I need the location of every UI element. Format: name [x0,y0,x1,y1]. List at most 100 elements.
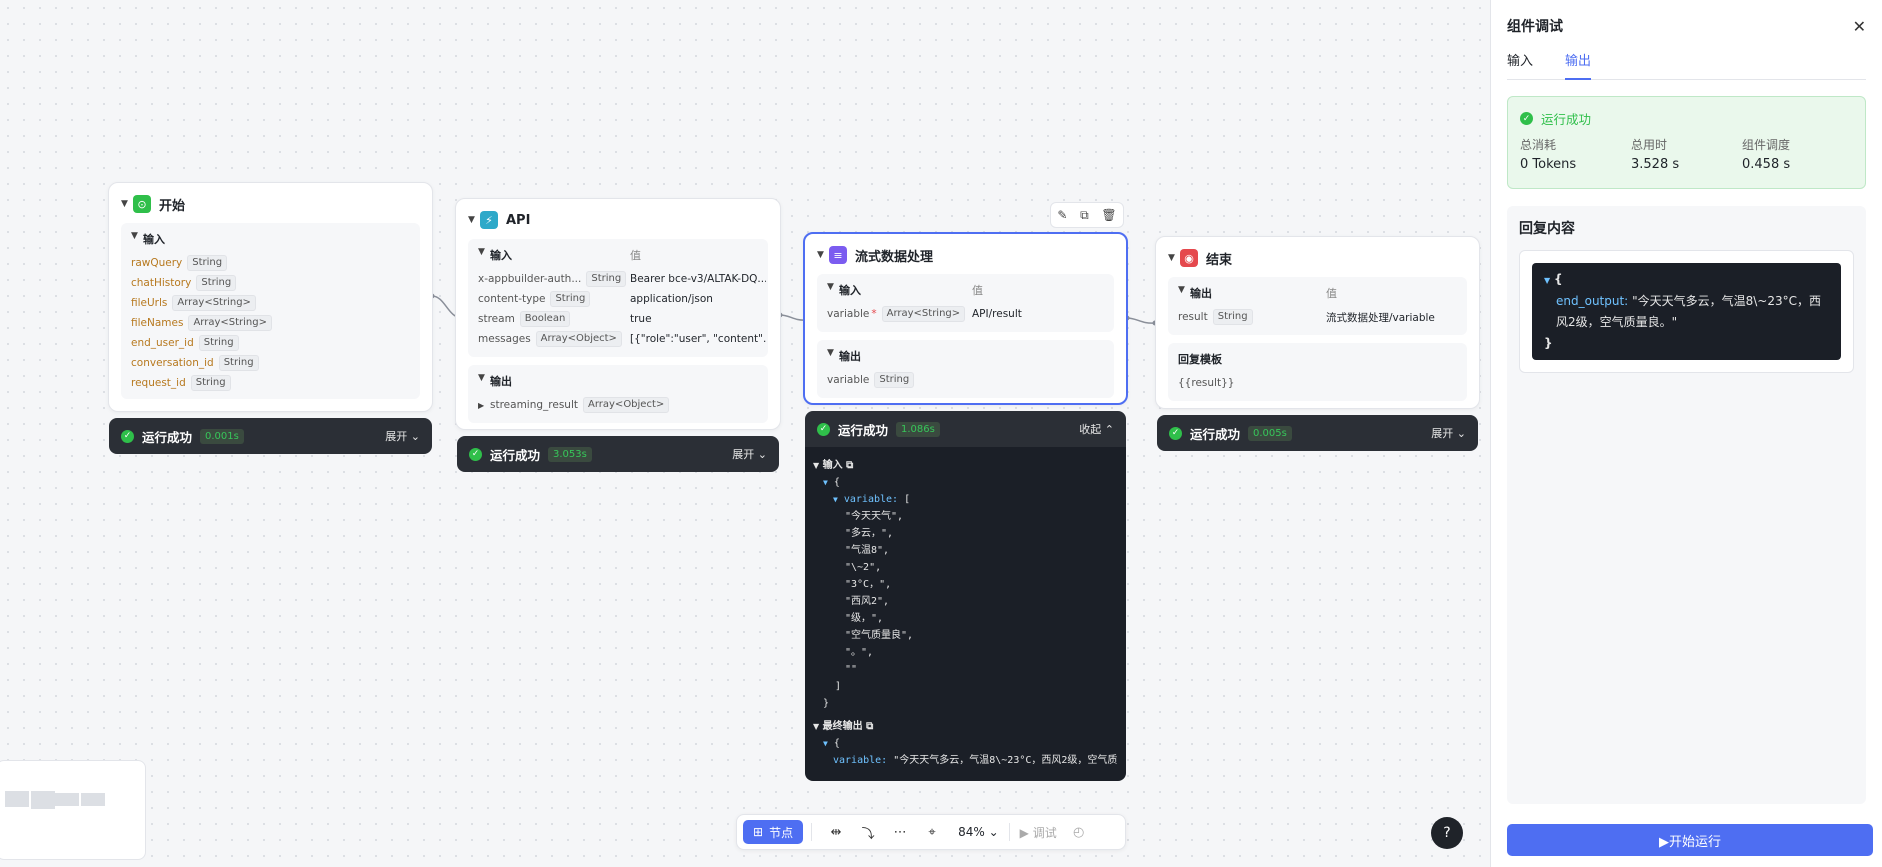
var-row: end_user_id String [131,333,410,353]
tab-input[interactable]: 输入 [1507,50,1533,79]
time-badge: 0.005s [1248,425,1292,441]
align-icon[interactable]: ⇹ [820,825,852,840]
collapse-caret-icon[interactable]: ▼ [121,199,133,209]
debug-panel: 组件调试 ✕ 输入 输出 ✓ 运行成功 总消耗 0 Tokens 总用时 3.528… [1490,0,1882,867]
var-row: chatHistory String [131,273,410,293]
end-stop-icon: ◉ [1180,249,1198,267]
stat-value: 0.458 s [1742,157,1791,172]
time-badge: 0.001s [200,428,244,444]
start-node-header[interactable]: ▼ ⊙ 开始 [121,193,420,215]
param-row: content-type String application/json [478,291,713,307]
expand-toggle[interactable]: 展开 ⌄ [732,446,767,462]
expand-caret-icon: ▶ [478,400,485,410]
check-circle-icon: ✓ [1520,112,1533,125]
help-button[interactable]: ? [1431,817,1463,849]
array-item: "" [845,664,858,675]
array-item: "多云，", [845,528,894,539]
caret-icon: ▼ [813,461,820,470]
workflow-canvas[interactable]: ▼ ⊙ 开始 ▼ 输入 rawQuery String chatHistory St… [0,0,1490,867]
collapse-toggle[interactable]: 收起 ⌃ [1079,421,1114,437]
api-node-header[interactable]: ▼ ⚡ API [468,209,768,231]
stream-input-section: ▼ 输入 值 variable * Array<String> API/resul… [817,274,1114,332]
collapse-caret-icon[interactable]: ▼ [1178,285,1190,301]
template-text: {{result}} [1178,377,1235,389]
debug-button[interactable]: ▶ 调试 [1020,824,1057,841]
tab-output[interactable]: 输出 [1565,50,1592,80]
var-row: fileNames Array<String> [131,313,410,333]
var-row: fileUrls Array<String> [131,293,410,313]
time-badge: 3.053s [548,446,592,462]
stream-status-bar[interactable]: ✓ 运行成功 1.086s 收起 ⌃ [805,411,1126,447]
start-input-section: ▼ 输入 rawQuery String chatHistory String fi… [121,223,420,399]
array-item: "今天天气", [845,511,904,522]
array-item: "级，", [845,613,884,624]
array-item: "气温8", [845,545,890,556]
reply-template-section: 回复模板 {{result}} [1168,343,1467,401]
expand-toggle[interactable]: 展开 ⌄ [1431,425,1466,441]
reply-title: 回复内容 [1519,221,1575,237]
close-icon[interactable]: ✕ [1853,17,1866,36]
collapse-caret-icon[interactable]: ▼ [478,373,490,389]
api-node[interactable]: ▼ ⚡ API ▼ 输入 值 x-appbuilder-auth... Strin… [455,198,781,430]
chevron-down-icon: ⌄ [988,825,999,839]
collapse-caret-icon[interactable]: ▼ [468,215,480,225]
collapse-caret-icon[interactable]: ▼ [817,250,829,260]
grid-layout-icon[interactable]: ⋯ [884,825,916,840]
array-item: "。", [845,647,874,658]
stream-output-section: ▼ 输出 variable String [817,340,1114,398]
time-badge: 1.086s [896,421,940,437]
output-row: variable String [827,370,1104,390]
api-output-section: ▼ 输出 ▶ streaming_result Array<Object> [468,365,768,423]
history-icon[interactable]: ◴ [1063,825,1095,840]
api-input-section: ▼ 输入 值 x-appbuilder-auth... String Bearer … [468,239,768,357]
stream-debug-panel[interactable]: ▼ 输入 ⧉ ▼ { ▼ variable: [ "今天天气", "多云，", … [805,447,1126,781]
end-node-header[interactable]: ▼ ◉ 结束 [1168,247,1467,269]
var-row: request_id String [131,373,410,393]
end-node[interactable]: ▼ ◉ 结束 ▼ 输出 值 result String 流式数据处理/variabl… [1155,236,1480,409]
play-icon: ▶ [1019,825,1029,840]
canvas-toolbar: ⊞ 节点 ⇹ ⤵ ⋯ ⌖ 84% ⌄ ▶ 调试 ◴ [736,814,1126,850]
start-icon: ⊙ [133,195,151,213]
node-title: 开始 [159,198,186,214]
success-text: 运行成功 [1541,112,1592,127]
section-label: 输入 [143,233,165,246]
api-status-bar[interactable]: ✓ 运行成功 3.053s 展开 ⌄ [457,436,779,472]
minimap[interactable] [0,760,146,860]
stream-node-header[interactable]: ▼ ≡ 流式数据处理 [817,244,1114,266]
end-status-bar[interactable]: ✓ 运行成功 0.005s 展开 ⌄ [1157,415,1478,451]
chevron-down-icon: ⌄ [757,448,767,461]
start-status-bar[interactable]: ✓ 运行成功 0.001s 展开 ⌄ [109,418,432,454]
start-run-button[interactable]: ▶开始运行 [1507,824,1873,856]
array-item: "\~2", [845,562,882,573]
add-node-button[interactable]: ⊞ 节点 [743,820,804,844]
edge-stream-end [1125,315,1157,326]
check-circle-icon: ✓ [121,429,134,443]
copy-icon[interactable]: ⧉ [1080,208,1089,223]
copy-icon[interactable]: ⧉ [846,460,853,471]
chevron-down-icon: ⌄ [1456,427,1466,440]
panel-title: 组件调试 [1507,19,1563,35]
edit-icon[interactable]: ✎ [1057,208,1067,222]
collapse-caret-icon[interactable]: ▼ [827,282,839,298]
collapse-caret-icon[interactable]: ▼ [1168,253,1180,263]
param-row: stream Boolean true [478,311,652,327]
fit-view-icon[interactable]: ⌖ [916,825,948,840]
zoom-select[interactable]: 84% ⌄ [958,825,999,839]
output-row[interactable]: ▶ streaming_result Array<Object> [478,395,758,415]
param-row: messages Array<Object> [{"role":"user", "c… [478,331,766,347]
collapse-caret-icon[interactable]: ▼ [131,231,143,247]
connector-icon[interactable]: ⤵ [852,823,884,842]
expand-toggle[interactable]: 展开 ⌄ [385,428,420,444]
start-node[interactable]: ▼ ⊙ 开始 ▼ 输入 rawQuery String chatHistory St… [108,182,433,412]
check-circle-icon: ✓ [1169,426,1182,440]
check-circle-icon: ✓ [469,447,482,461]
stream-node[interactable]: ▼ ≡ 流式数据处理 ▼ 输入 值 variable * Array<String… [803,232,1128,405]
reply-code[interactable]: ▼ { end_output: "今天天气多云，气温8\~23°C，西风2级，空… [1532,263,1841,360]
param-row: variable * Array<String> API/result [827,306,1022,322]
collapse-caret-icon[interactable]: ▼ [478,247,490,263]
panel-tabs: 输入 输出 [1507,50,1866,80]
var-row: rawQuery String [131,253,410,273]
delete-icon[interactable]: 🗑 [1101,208,1116,222]
collapse-caret-icon[interactable]: ▼ [827,348,839,364]
copy-icon[interactable]: ⧉ [866,721,873,732]
